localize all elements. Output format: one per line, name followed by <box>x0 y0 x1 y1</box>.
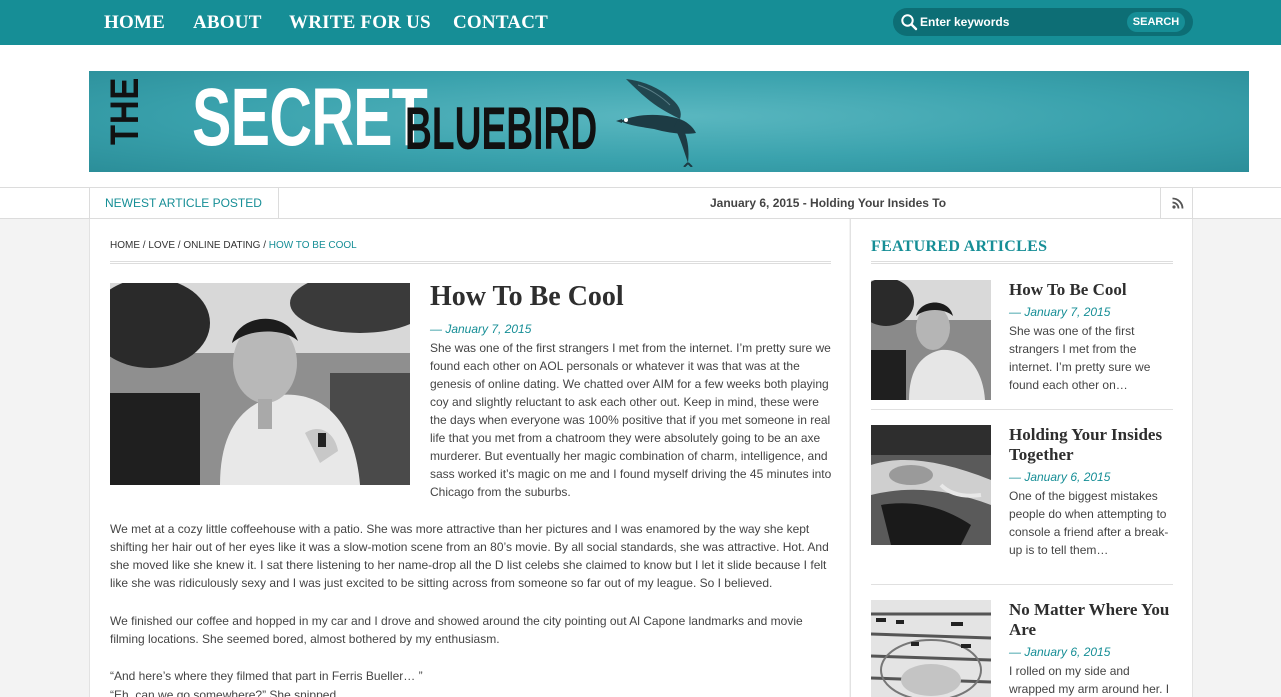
featured-thumbnail[interactable] <box>871 425 991 545</box>
featured-excerpt: I rolled on my side and wrapped my arm a… <box>1009 664 1170 696</box>
featured-thumbnail[interactable] <box>871 600 991 697</box>
search-button[interactable]: SEARCH <box>1127 12 1185 32</box>
breadcrumb-current: HOW TO BE COOL <box>268 240 357 251</box>
article-title: How To Be Cool <box>430 281 624 312</box>
featured-excerpt: One of the biggest mistakes people do wh… <box>1009 489 1169 557</box>
featured-date: — January 6, 2015 <box>1009 645 1111 659</box>
search-icon <box>901 14 918 31</box>
divider <box>871 584 1173 585</box>
bluebird-icon <box>616 79 696 167</box>
logo-bluebird: BLUEBIRD <box>405 95 598 162</box>
sidebar: FEATURED ARTICLES How To Be Cool — Janua… <box>850 219 1193 697</box>
featured-excerpt: She was one of the first strangers I met… <box>1009 324 1151 392</box>
featured-thumbnail[interactable] <box>871 280 991 400</box>
nav-contact[interactable]: CONTACT <box>453 12 548 34</box>
search-input[interactable] <box>920 12 1110 32</box>
featured-title[interactable]: No Matter Where You Are <box>1009 600 1179 640</box>
nav-write-for-us[interactable]: WRITE FOR US <box>289 12 431 34</box>
featured-date: — January 7, 2015 <box>1009 305 1111 319</box>
article-paragraph: We finished our coffee and hopped in my … <box>110 614 803 646</box>
breadcrumb-online-dating[interactable]: ONLINE DATING <box>183 240 260 251</box>
top-nav: HOME ABOUT WRITE FOR US CONTACT SEARCH <box>0 0 1281 45</box>
featured-date: — January 6, 2015 <box>1009 470 1111 484</box>
logo-the: THE <box>103 76 147 145</box>
article-photo <box>110 283 410 485</box>
breadcrumb: HOME / LOVE / ONLINE DATING / HOW TO BE … <box>110 240 357 251</box>
article-paragraph: “Eh, can we go somewhere?” She snipped. <box>110 688 340 697</box>
search-bar: SEARCH <box>893 8 1193 36</box>
logo-secret: SECRET <box>192 72 428 163</box>
featured-item[interactable]: No Matter Where You Are — January 6, 201… <box>871 600 1173 697</box>
article-date: — January 7, 2015 <box>430 322 532 336</box>
featured-heading: FEATURED ARTICLES <box>871 238 1048 255</box>
featured-item[interactable]: Holding Your Insides Together — January … <box>871 425 1173 585</box>
article-paragraph: We met at a cozy little coffeehouse with… <box>110 522 829 590</box>
featured-title[interactable]: Holding Your Insides Together <box>1009 425 1179 465</box>
ticker-headline-link[interactable]: January 6, 2015 - Holding Your Insides T… <box>710 188 946 218</box>
nav-home[interactable]: HOME <box>104 12 165 34</box>
breadcrumb-love[interactable]: LOVE <box>148 240 175 251</box>
divider <box>110 261 831 264</box>
breadcrumb-home[interactable]: HOME <box>110 240 140 251</box>
divider <box>871 409 1173 410</box>
main-content: HOME / LOVE / ONLINE DATING / HOW TO BE … <box>89 219 849 697</box>
ticker-box: NEWEST ARTICLE POSTED January 6, 2015 - … <box>89 188 1193 218</box>
ticker-label: NEWEST ARTICLE POSTED <box>90 188 279 218</box>
rss-icon <box>1172 197 1184 209</box>
featured-title[interactable]: How To Be Cool <box>1009 280 1179 300</box>
divider <box>871 261 1173 264</box>
news-ticker: NEWEST ARTICLE POSTED January 6, 2015 - … <box>0 187 1281 219</box>
featured-item[interactable]: How To Be Cool — January 7, 2015 She was… <box>871 280 1173 410</box>
nav-about[interactable]: ABOUT <box>193 12 262 34</box>
article-paragraph: “And here’s where they filmed that part … <box>110 669 423 683</box>
rss-button[interactable] <box>1160 188 1194 218</box>
article-intro: She was one of the first strangers I met… <box>430 341 832 499</box>
site-logo-banner[interactable]: THE SECRET BLUEBIRD <box>89 71 1249 172</box>
